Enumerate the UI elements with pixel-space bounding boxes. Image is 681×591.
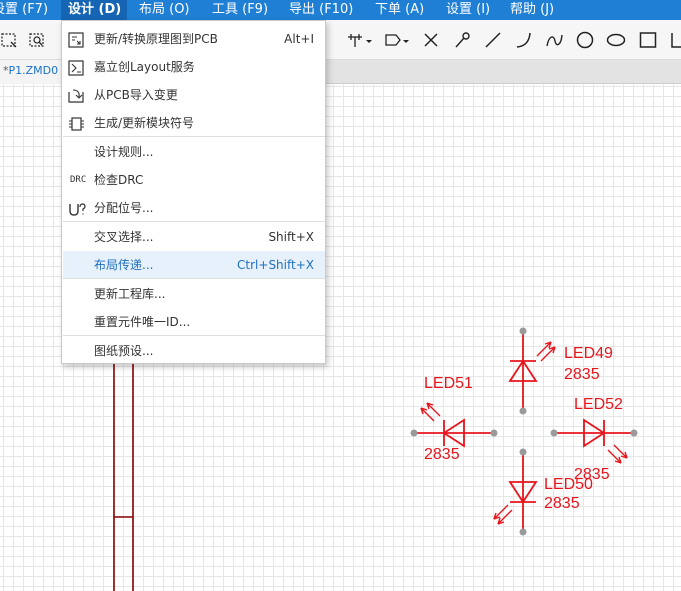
rectangle-icon[interactable] [638, 29, 658, 51]
ellipse-icon[interactable] [606, 29, 626, 51]
menu-layout[interactable]: 布局 (O) [139, 0, 190, 20]
menu-separator [63, 136, 325, 137]
menu-design[interactable]: 设计 (D) [61, 0, 127, 20]
menu-item-update-pcb[interactable]: 更新/转换原理图到PCB Alt+I [63, 25, 325, 53]
layout-service-icon [68, 60, 86, 76]
menu-separator [63, 221, 325, 222]
menu-item-reset-unique-id[interactable]: 重置元件唯一ID... [63, 308, 325, 336]
menu-settings-f7[interactable]: 设置 (F7) [0, 0, 48, 20]
menu-item-sheet-presets[interactable]: 图纸预设... [63, 337, 325, 365]
menu-item-assign-designators[interactable]: 分配位号... [63, 194, 325, 222]
no-connect-icon[interactable] [421, 29, 441, 51]
drc-icon: DRC [70, 175, 87, 185]
menu-separator [63, 278, 325, 279]
designator-icon [68, 201, 86, 217]
net-flag-icon[interactable] [384, 29, 414, 51]
menu-bar: 设置 (F7) 设计 (D) 布局 (O) 工具 (F9) 导出 (F10) 下… [0, 0, 681, 20]
zoom-select-icon[interactable] [28, 29, 48, 51]
net-port-icon[interactable] [346, 29, 376, 51]
tab-document[interactable]: *P1.ZMD0 [0, 60, 62, 84]
menu-item-update-library[interactable]: 更新工程库... [63, 280, 325, 308]
menu-item-import-changes[interactable]: 从PCB导入变更 [63, 81, 325, 109]
menu-item-layout-transfer[interactable]: 布局传递... Ctrl+Shift+X [63, 251, 325, 279]
probe-icon[interactable] [452, 29, 472, 51]
arc-icon[interactable] [514, 29, 534, 51]
circle-icon[interactable] [575, 29, 595, 51]
line-icon[interactable] [483, 29, 503, 51]
menu-help[interactable]: 帮助 (J) [510, 0, 554, 20]
menu-item-check-drc[interactable]: DRC 检查DRC [63, 166, 325, 194]
polygon-icon[interactable] [668, 29, 681, 51]
menu-item-layout-service[interactable]: 嘉立创Layout服务 [63, 53, 325, 81]
menu-item-design-rules[interactable]: 设计规则... [63, 138, 325, 166]
menu-separator [63, 335, 325, 336]
menu-settings[interactable]: 设置 (I) [446, 0, 490, 20]
pcb-update-icon [68, 32, 86, 48]
bezier-icon[interactable] [545, 29, 565, 51]
tab-title: P1.ZMD0 [8, 64, 59, 77]
menu-tools[interactable]: 工具 (F9) [212, 0, 268, 20]
module-symbol-icon [68, 116, 86, 132]
menu-item-module-symbol[interactable]: 生成/更新模块符号 [63, 109, 325, 137]
menu-order[interactable]: 下单 (A) [375, 0, 424, 20]
import-changes-icon [68, 88, 86, 104]
design-dropdown-menu: 更新/转换原理图到PCB Alt+I 嘉立创Layout服务 从PCB导入变更 … [61, 20, 326, 364]
menu-export[interactable]: 导出 (F10) [289, 0, 353, 20]
menu-item-cross-select[interactable]: 交叉选择... Shift+X [63, 223, 325, 251]
box-select-icon[interactable] [0, 29, 20, 51]
